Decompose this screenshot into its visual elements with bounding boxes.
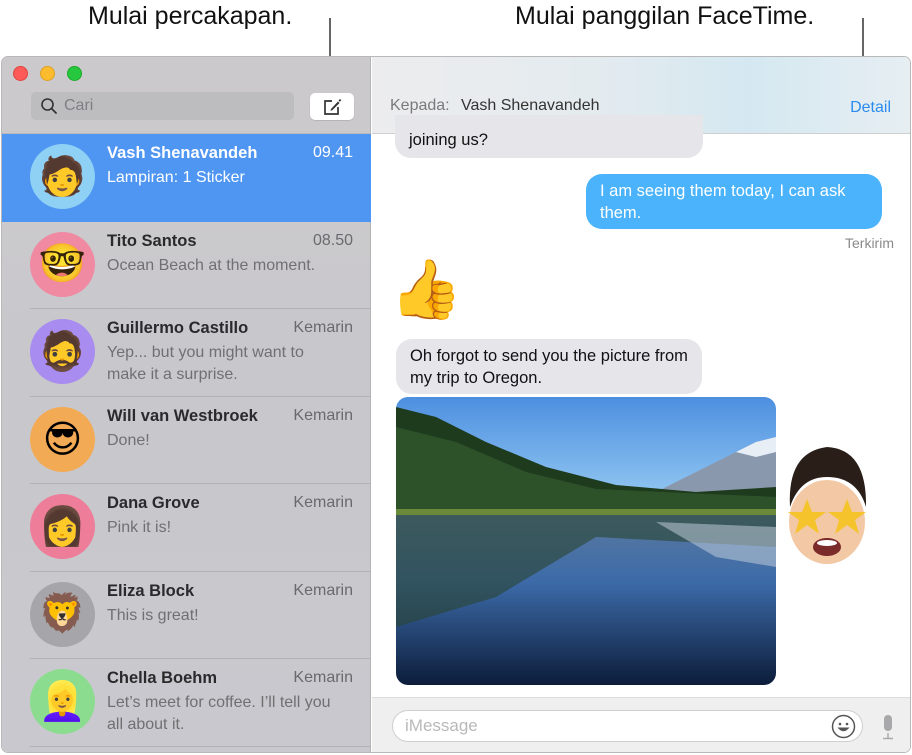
avatar-memoji-icon: 🦁	[38, 593, 87, 635]
message-time: Kemarin	[293, 669, 353, 686]
contact-name: Guillermo Castillo	[107, 319, 249, 337]
avatar: 🤓	[30, 231, 95, 297]
message-bubble-outgoing: I am seeing them today, I can ask them.	[586, 174, 882, 229]
contact-name: Chella Boehm	[107, 669, 218, 687]
avatar-memoji-icon: 👱‍♀️	[38, 680, 87, 723]
details-button[interactable]: Detail	[850, 99, 891, 117]
message-time: Kemarin	[293, 319, 353, 336]
search-icon	[41, 98, 57, 114]
message-bubble-incoming: Oh forgot to send you the picture from m…	[396, 339, 702, 394]
message-preview: Let’s meet for coffee. I’ll tell you all…	[107, 694, 331, 733]
avatar-memoji-icon: 🤓	[38, 243, 87, 285]
message-preview: This is great!	[107, 606, 199, 624]
search-input[interactable]	[64, 97, 284, 115]
lake-photo-image	[396, 397, 776, 685]
compose-icon	[324, 98, 342, 115]
compose-button[interactable]	[310, 93, 354, 120]
thumbs-up-emoji: 👍	[390, 257, 463, 322]
avatar-memoji-icon: 🧔	[38, 330, 87, 373]
contact-name: Tito Santos	[107, 231, 197, 250]
memoji-sticker-star-eyes	[788, 447, 867, 564]
emoji-picker-icon[interactable]	[831, 714, 856, 739]
contact-name: Eliza Block	[107, 581, 195, 600]
sidebar: 🧑 Vash Shenavandeh 09.41 Lampiran: 1 Sti…	[2, 57, 371, 752]
messages-window: 🧑 Vash Shenavandeh 09.41 Lampiran: 1 Sti…	[1, 56, 911, 753]
conversation-item[interactable]: 👩 Dana Grove Kemarin Pink it is!	[2, 484, 371, 572]
recipient-name: Vash Shenavandeh	[461, 97, 600, 114]
message-preview: Lampiran: 1 Sticker	[107, 169, 245, 186]
message-composer	[372, 697, 910, 752]
search-field[interactable]	[31, 92, 294, 120]
conversation-pane: Kepada: Vash Shenavandeh Detail joining …	[372, 57, 910, 752]
conversation-item[interactable]: 🦁 Eliza Block Kemarin This is great!	[2, 572, 371, 659]
minimize-window-button[interactable]	[40, 66, 55, 81]
message-time: Kemarin	[293, 581, 353, 599]
conversation-item[interactable]: 😎 Will van Westbroek Kemarin Done!	[2, 397, 371, 484]
message-time: Kemarin	[293, 406, 353, 424]
conversation-list: 🧑 Vash Shenavandeh 09.41 Lampiran: 1 Sti…	[2, 134, 371, 747]
close-window-button[interactable]	[13, 66, 28, 81]
contact-name: Vash Shenavandeh	[107, 144, 258, 162]
message-preview: Yep... but you might want to make it a s…	[107, 344, 304, 383]
message-preview: Done!	[107, 431, 150, 449]
avatar: 😎	[30, 406, 95, 472]
avatar-memoji-icon: 🧑	[38, 155, 87, 198]
conversation-item[interactable]: 🤓 Tito Santos 08.50 Ocean Beach at the m…	[2, 222, 371, 309]
avatar: 👱‍♀️	[30, 669, 95, 734]
sidebar-toolbar	[2, 57, 370, 134]
conversation-item[interactable]: 👱‍♀️ Chella Boehm Kemarin Let’s meet for…	[2, 659, 371, 747]
contact-name: Dana Grove	[107, 494, 200, 512]
message-field[interactable]	[392, 710, 863, 742]
delivery-status: Terkirim	[845, 235, 894, 251]
microphone-icon[interactable]	[880, 714, 896, 740]
message-bubble-incoming: joining us?	[395, 115, 703, 158]
divider	[30, 745, 371, 747]
avatar-memoji-icon: 😎	[42, 418, 83, 461]
message-time: Kemarin	[293, 494, 353, 511]
callout-start-conversation: Mulai percakapan.	[88, 2, 293, 30]
to-label: Kepada:	[390, 97, 450, 114]
message-input[interactable]	[405, 716, 825, 736]
callout-start-facetime: Mulai panggilan FaceTime.	[515, 2, 815, 30]
message-preview: Ocean Beach at the moment.	[107, 256, 316, 274]
avatar: 🦁	[30, 581, 95, 647]
message-preview: Pink it is!	[107, 519, 172, 536]
avatar-memoji-icon: 👩	[38, 505, 87, 548]
conversation-item[interactable]: 🧔 Guillermo Castillo Kemarin Yep... but …	[2, 309, 371, 397]
message-time: 09.41	[312, 144, 353, 161]
avatar: 🧑	[30, 144, 95, 209]
avatar: 👩	[30, 494, 95, 559]
conversation-item[interactable]: 🧑 Vash Shenavandeh 09.41 Lampiran: 1 Sti…	[2, 134, 371, 222]
photo-attachment-lake[interactable]	[396, 397, 776, 685]
message-time: 08.50	[312, 231, 353, 249]
zoom-window-button[interactable]	[67, 66, 82, 81]
avatar: 🧔	[30, 319, 95, 384]
contact-name: Will van Westbroek	[107, 406, 258, 425]
